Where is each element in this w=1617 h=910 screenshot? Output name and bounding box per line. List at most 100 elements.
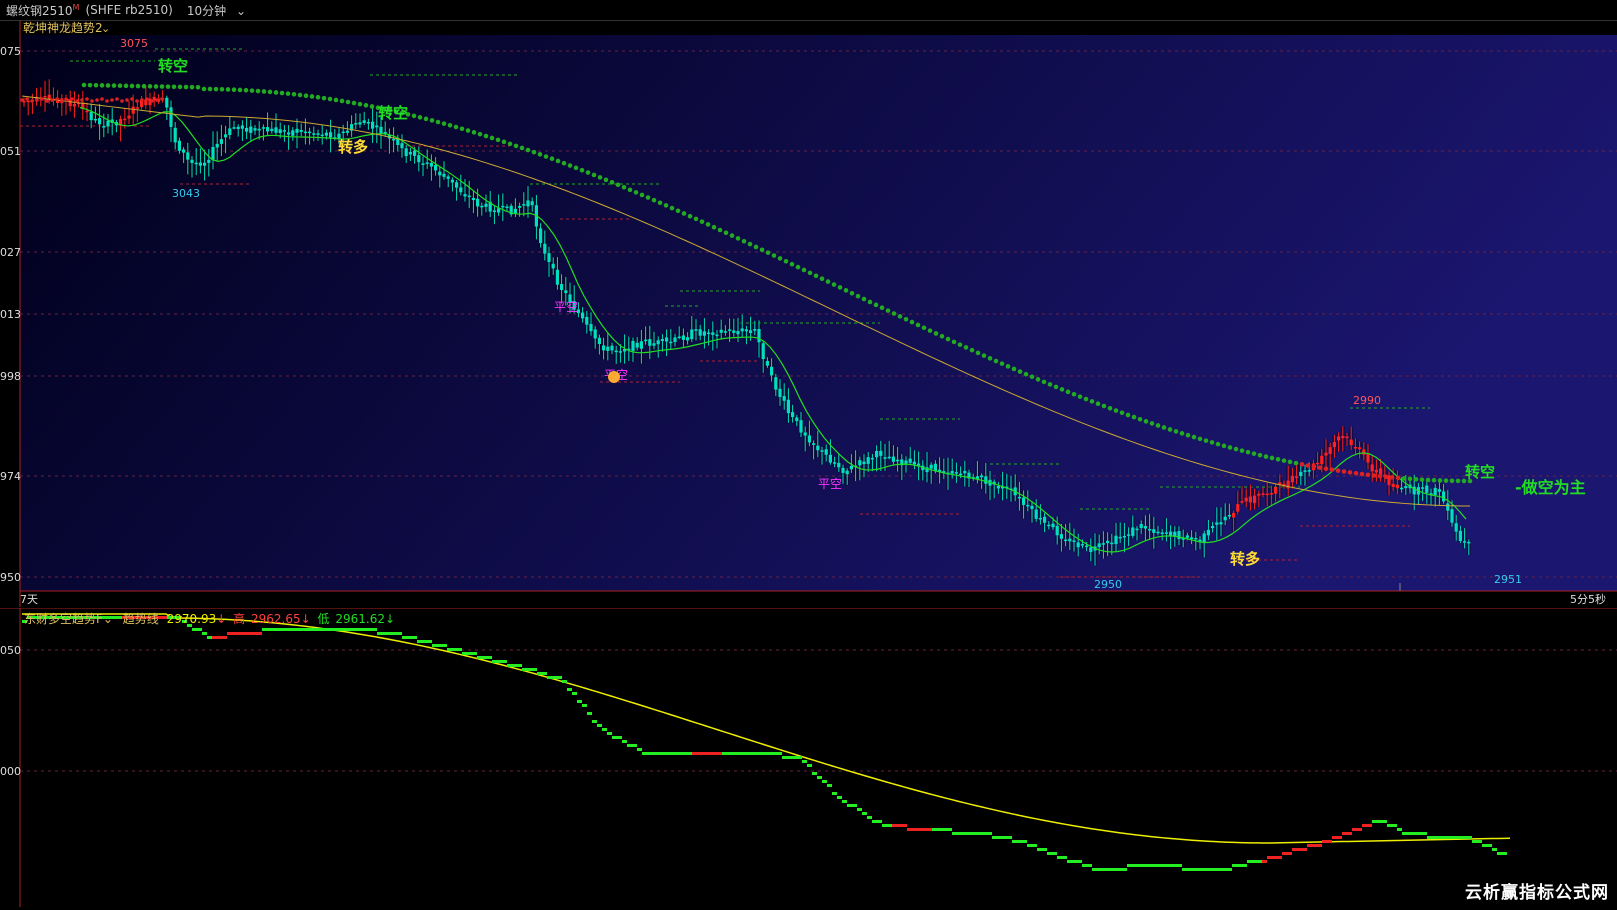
signal-step [512, 664, 517, 667]
candle [434, 165, 438, 171]
signal-step [1002, 836, 1007, 839]
signal-step [567, 688, 572, 691]
sub-indicator-name[interactable]: 东财多空趋势F [24, 612, 103, 626]
signal-sell-label: 转空 [1465, 463, 1495, 481]
candle [89, 111, 93, 121]
signal-step [1332, 836, 1337, 839]
candle [484, 203, 488, 207]
candle [1185, 535, 1189, 538]
signal-step [982, 832, 987, 835]
trend-dot [801, 267, 807, 273]
candle [912, 461, 916, 465]
signal-step [282, 628, 287, 631]
main-indicator-name[interactable]: 乾坤神龙趋势2 [23, 20, 103, 35]
trend-dot [1443, 478, 1449, 483]
signal-step [332, 628, 337, 631]
trend-dot [1227, 445, 1233, 450]
signal-step [1242, 864, 1247, 867]
candle [1442, 491, 1446, 502]
signal-step [907, 828, 912, 831]
trend-dot [963, 345, 969, 350]
trend-dot [585, 170, 591, 175]
trend-dot [1005, 364, 1011, 369]
candle [1274, 486, 1278, 494]
sub-chart-panel[interactable]: 050 000 东财多空趋势F⌄ 趋势线 2970.93↓ 高 2962.65↓ … [0, 607, 1617, 907]
candle [707, 332, 711, 335]
trend-dot [609, 179, 615, 185]
trend-dot [597, 175, 603, 180]
signal-step [962, 832, 967, 835]
trend-dot [549, 156, 555, 162]
candle [1269, 493, 1273, 495]
trend-dot [1401, 476, 1407, 481]
candle [652, 343, 656, 346]
main-chart-panel[interactable]: 30753043295029902951转空转空转空转多转多平空平空平空-做空为… [0, 20, 1617, 607]
trend-dot [1407, 476, 1413, 482]
candle [190, 159, 194, 163]
trend-dot [1119, 410, 1125, 416]
trend-dot [543, 154, 549, 159]
trend-dot [1413, 476, 1419, 482]
signal-step [297, 628, 302, 631]
candle [303, 131, 307, 134]
chevron-down-icon[interactable]: ⌄ [103, 612, 117, 626]
signal-step [932, 828, 937, 831]
trend-dot [1293, 460, 1299, 466]
trend-dot [1107, 405, 1113, 411]
signal-step [1112, 868, 1117, 871]
price-tick: 075 [0, 45, 21, 58]
price-tick: 998 [0, 370, 21, 383]
trend-dot [213, 86, 219, 92]
signal-step [1482, 844, 1487, 847]
signal-step [1127, 864, 1132, 867]
candle [1421, 487, 1425, 489]
symbol-name[interactable]: 螺纹钢2510M [6, 2, 79, 19]
candle [812, 443, 816, 445]
candle [1080, 544, 1084, 546]
chevron-down-icon[interactable]: ⌄ [101, 22, 110, 35]
trend-dot [1287, 459, 1293, 465]
signal-step [1217, 868, 1222, 871]
main-chart[interactable]: 30753043295029902951转空转空转空转多转多平空平空平空-做空为… [0, 20, 1617, 607]
candle [1353, 446, 1357, 449]
candle [765, 360, 769, 366]
trend-dot [951, 339, 957, 345]
trend-dot [279, 90, 285, 96]
trend-dot [1143, 419, 1149, 424]
candle [455, 182, 459, 188]
candle [702, 331, 706, 336]
trend-dot [153, 84, 159, 89]
signal-step [812, 772, 817, 775]
trend-dot [93, 82, 99, 88]
trend-line-value: 2970.93 [167, 612, 217, 626]
signal-step [1467, 836, 1472, 839]
price-tick: 027 [0, 246, 21, 259]
interval-selector[interactable]: 10分钟 ⌄ [187, 2, 246, 19]
candle [1400, 487, 1404, 490]
candle [606, 346, 610, 351]
trend-dot [155, 98, 159, 102]
signal-step [627, 744, 632, 747]
signal-step [312, 628, 317, 631]
signal-step [557, 676, 562, 679]
trend-dot [267, 89, 273, 95]
trend-dot [1323, 466, 1329, 471]
trend-dot [699, 219, 705, 224]
candle [375, 125, 379, 128]
trend-dot [129, 83, 135, 89]
signal-step [842, 800, 847, 803]
candle [694, 329, 698, 331]
trend-dot [111, 83, 117, 88]
trend-dot [1371, 473, 1377, 478]
candle [1236, 504, 1240, 512]
trend-dot [867, 299, 873, 305]
candle [1458, 530, 1462, 541]
candle [207, 159, 211, 163]
price-tick: 950 [0, 571, 21, 584]
signal-step [742, 752, 747, 755]
trend-dot [1341, 469, 1347, 474]
trend-dot [1017, 369, 1023, 374]
trend-dot [1269, 455, 1275, 461]
sub-chart[interactable]: 050 000 东财多空趋势F⌄ 趋势线 2970.93↓ 高 2962.65↓ … [0, 607, 1617, 907]
trend-dot [663, 203, 669, 208]
